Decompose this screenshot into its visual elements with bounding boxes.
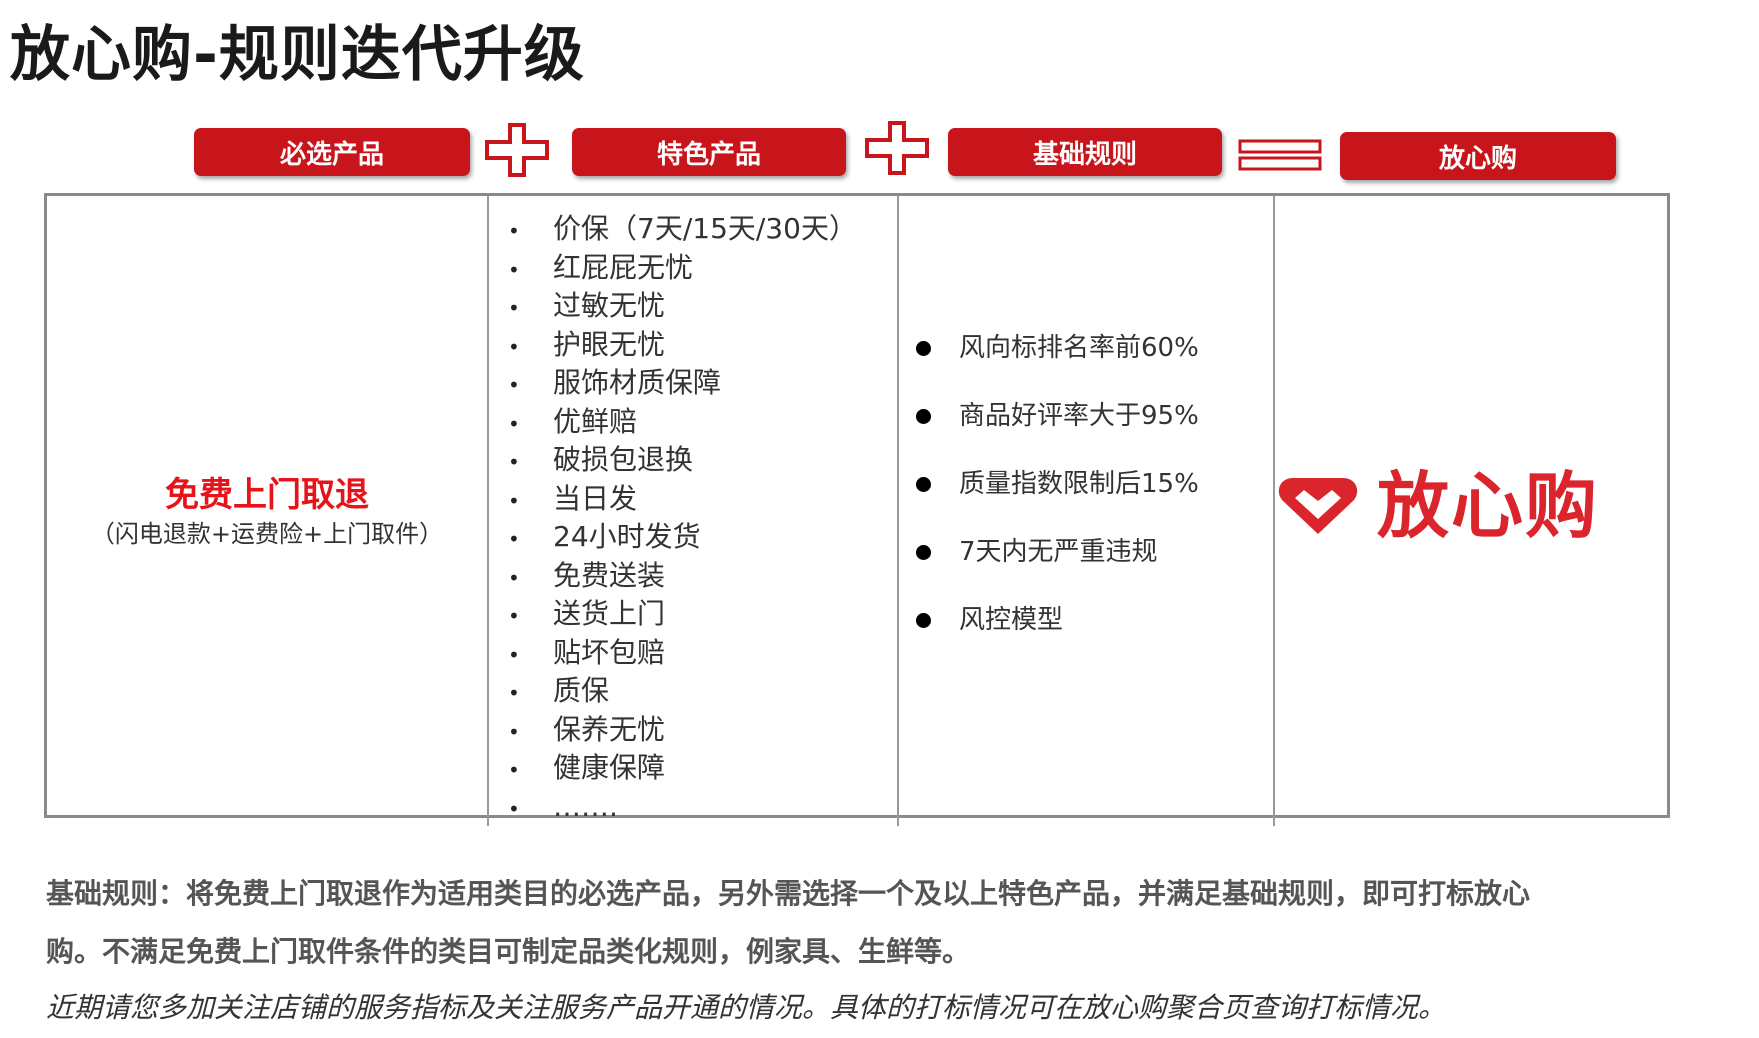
required-product-box: 必选产品 bbox=[194, 128, 470, 176]
bullet-icon bbox=[916, 612, 931, 628]
list-item: •……. bbox=[508, 789, 618, 823]
list-item: 商品好评率大于95% bbox=[913, 382, 1199, 450]
list-item: • 保养无忧 bbox=[508, 712, 666, 746]
list-item: • 破损包退换 bbox=[508, 443, 694, 476]
list-item: • 服饰材质保障 bbox=[508, 366, 722, 399]
list-item: • 红屁屁无忧 bbox=[508, 250, 694, 284]
base-rules-box: 基础规则 bbox=[948, 128, 1222, 176]
list-item: • 过敏无忧 bbox=[508, 289, 666, 322]
bullet-icon bbox=[916, 408, 931, 424]
plus-icon bbox=[485, 123, 549, 177]
list-item: • 护眼无忧 bbox=[508, 327, 666, 361]
required-product-name: 免费上门取退 bbox=[165, 474, 369, 515]
list-item: • 当日发 bbox=[508, 481, 638, 515]
logo-text: 放心购 bbox=[1377, 464, 1600, 548]
list-item: 风向标排名率前60% bbox=[913, 314, 1199, 382]
footer-rule-line2: 购。不满足免费上门取件条件的类目可制定品类化规则，例家具、生鲜等。 bbox=[46, 935, 971, 968]
list-item: 风控模型 bbox=[913, 586, 1199, 654]
column-divider bbox=[897, 196, 899, 826]
fangxingou-logo: 放心购 bbox=[1276, 466, 1656, 546]
footer-rule-line1: 基础规则：将免费上门取退作为适用类目的必选产品，另外需选择一个及以上特色产品，并… bbox=[46, 877, 1531, 910]
heart-logo-icon bbox=[1278, 478, 1358, 534]
list-item: • 价保（7天/15天/30天） bbox=[508, 212, 857, 245]
required-product-detail: （闪电退款+运费险+上门取件） bbox=[90, 519, 444, 548]
bullet-icon bbox=[916, 544, 931, 560]
list-item: 质量指数限制后15% bbox=[913, 450, 1199, 518]
list-item: • 质保 bbox=[508, 674, 610, 707]
footer-notice: 近期请您多加关注店铺的服务指标及关注服务产品开通的情况。具体的打标情况可在放心购… bbox=[46, 991, 1447, 1024]
list-item: • 24小时发货 bbox=[508, 520, 701, 553]
bullet-icon bbox=[916, 340, 931, 356]
base-rules-list: 风向标排名率前60% 商品好评率大于95% 质量指数限制后15% 7天内无严重违… bbox=[913, 314, 1199, 654]
plus-icon bbox=[865, 121, 929, 175]
column-divider bbox=[1273, 196, 1275, 826]
feature-product-box: 特色产品 bbox=[572, 128, 846, 176]
column-divider bbox=[487, 196, 489, 826]
list-item: • 送货上门 bbox=[508, 597, 666, 630]
feature-product-list: • 价保（7天/15天/30天） • 红屁屁无忧 • 过敏无忧 • 护眼无忧 • 服饰材质… bbox=[508, 210, 857, 826]
list-item: • 免费送装 bbox=[508, 558, 666, 592]
list-item: 7天内无严重违规 bbox=[913, 518, 1199, 586]
page-title: 放心购-规则迭代升级 bbox=[10, 20, 585, 90]
equals-icon bbox=[1238, 139, 1322, 171]
list-item: • 健康保障 bbox=[508, 751, 666, 784]
fangxingou-box: 放心购 bbox=[1340, 132, 1616, 180]
required-product-cell: 免费上门取退 （闪电退款+运费险+上门取件） bbox=[47, 196, 487, 815]
list-item: • 优鲜赔 bbox=[508, 404, 638, 438]
list-item: • 贴坏包赔 bbox=[508, 635, 666, 669]
bullet-icon bbox=[916, 476, 931, 492]
